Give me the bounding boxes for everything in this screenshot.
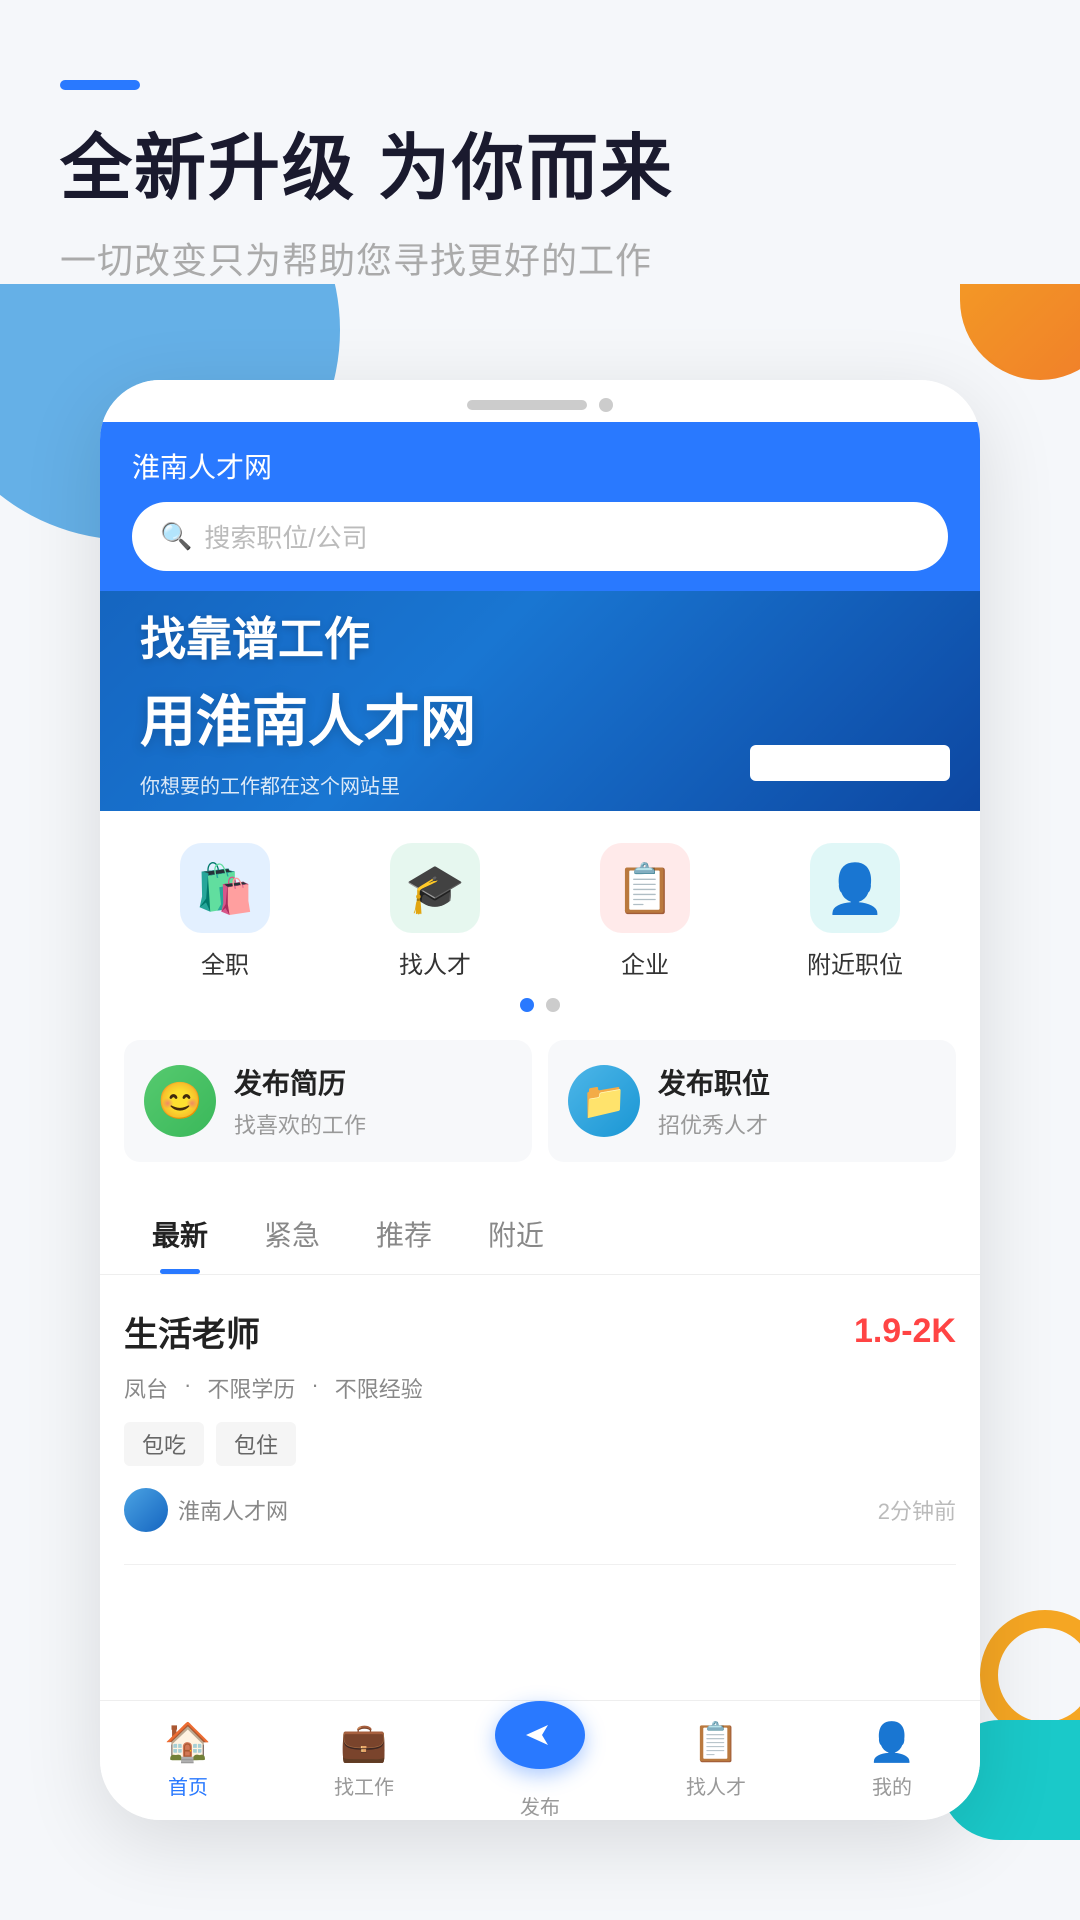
publish-icon bbox=[520, 1715, 560, 1755]
position-title: 发布职位 bbox=[658, 1062, 770, 1102]
resume-subtitle: 找喜欢的工作 bbox=[234, 1108, 366, 1140]
nav-find-job[interactable]: 💼 找工作 bbox=[276, 1701, 452, 1820]
resume-icon: 😊 bbox=[144, 1065, 216, 1137]
action-card-position[interactable]: 📁 发布职位 招优秀人才 bbox=[548, 1040, 956, 1162]
header-title: 全新升级 为你而来 bbox=[60, 126, 1020, 212]
banner: 找靠谱工作 用淮南人才网 你想要的工作都在这个网站里 bbox=[100, 591, 980, 811]
enterprise-label: 企业 bbox=[621, 945, 669, 980]
find-job-label: 找工作 bbox=[334, 1771, 394, 1800]
profile-icon: 👤 bbox=[868, 1721, 915, 1765]
tab-recommended[interactable]: 推荐 bbox=[348, 1194, 460, 1274]
header-dash bbox=[60, 80, 140, 90]
talent-icon: 🎓 bbox=[390, 843, 480, 933]
find-talent-icon: 📋 bbox=[692, 1721, 739, 1765]
job-tags-row: 凤台 · 不限学历 · 不限经验 bbox=[124, 1372, 956, 1404]
home-icon: 🏠 bbox=[164, 1721, 211, 1765]
search-placeholder-text: 搜索职位/公司 bbox=[204, 518, 367, 555]
tab-nearby[interactable]: 附近 bbox=[460, 1194, 572, 1274]
company-name: 淮南人才网 bbox=[178, 1494, 288, 1526]
home-label: 首页 bbox=[168, 1771, 208, 1800]
tab-latest[interactable]: 最新 bbox=[124, 1194, 236, 1274]
search-bar[interactable]: 🔍 搜索职位/公司 bbox=[132, 502, 948, 571]
bottom-nav: 🏠 首页 💼 找工作 发布 📋 找人才 👤 我的 bbox=[100, 1700, 980, 1820]
find-talent-label: 找人才 bbox=[686, 1771, 746, 1800]
tabs-row: 最新 紧急 推荐 附近 bbox=[124, 1194, 956, 1274]
position-subtitle: 招优秀人才 bbox=[658, 1108, 770, 1140]
job-tag-experience: 不限经验 bbox=[335, 1372, 423, 1404]
job-tag-education: 不限学历 bbox=[207, 1372, 295, 1404]
tab-urgent[interactable]: 紧急 bbox=[236, 1194, 348, 1274]
nearby-icon: 👤 bbox=[810, 843, 900, 933]
phone-notch bbox=[467, 400, 587, 410]
phone-notch-bar bbox=[100, 380, 980, 422]
job-title-row: 生活老师 1.9-2K bbox=[124, 1307, 956, 1356]
tabs-section: 最新 紧急 推荐 附近 bbox=[100, 1194, 980, 1275]
fulltime-icon: 🛍️ bbox=[180, 843, 270, 933]
phone-notch-dot bbox=[599, 398, 613, 412]
job-footer: 淮南人才网 2分钟前 bbox=[124, 1488, 956, 1532]
phone-mockup: 淮南人才网 🔍 搜索职位/公司 找靠谱工作 用淮南人才网 你想要的工作都在这个网… bbox=[100, 380, 980, 1820]
category-item-nearby[interactable]: 👤 附近职位 bbox=[785, 843, 925, 980]
profile-label: 我的 bbox=[872, 1771, 912, 1800]
nav-home[interactable]: 🏠 首页 bbox=[100, 1701, 276, 1820]
action-card-resume[interactable]: 😊 发布简历 找喜欢的工作 bbox=[124, 1040, 532, 1162]
company-logo bbox=[124, 1488, 168, 1532]
job-card[interactable]: 生活老师 1.9-2K 凤台 · 不限学历 · 不限经验 包吃 包住 淮南人才网… bbox=[124, 1275, 956, 1565]
job-benefits-row: 包吃 包住 bbox=[124, 1422, 956, 1466]
benefit-housing: 包住 bbox=[216, 1422, 296, 1466]
position-text: 发布职位 招优秀人才 bbox=[658, 1062, 770, 1140]
dot-inactive bbox=[546, 998, 560, 1012]
publish-button[interactable] bbox=[495, 1701, 585, 1769]
company-info: 淮南人才网 bbox=[124, 1488, 288, 1532]
fulltime-label: 全职 bbox=[201, 945, 249, 980]
benefit-meals: 包吃 bbox=[124, 1422, 204, 1466]
category-section: 🛍️ 全职 🎓 找人才 📋 企业 👤 附近职位 bbox=[100, 811, 980, 1024]
header-subtitle: 一切改变只为帮助您寻找更好的工作 bbox=[60, 232, 1020, 284]
dot-active bbox=[520, 998, 534, 1012]
banner-search-box bbox=[750, 745, 950, 781]
nav-profile[interactable]: 👤 我的 bbox=[804, 1701, 980, 1820]
resume-text: 发布简历 找喜欢的工作 bbox=[234, 1062, 366, 1140]
job-title: 生活老师 bbox=[124, 1307, 260, 1356]
post-time: 2分钟前 bbox=[878, 1494, 956, 1526]
action-cards: 😊 发布简历 找喜欢的工作 📁 发布职位 招优秀人才 bbox=[100, 1024, 980, 1178]
job-tag-location: 凤台 bbox=[124, 1372, 168, 1404]
position-icon: 📁 bbox=[568, 1065, 640, 1137]
find-job-icon: 💼 bbox=[340, 1721, 387, 1765]
nearby-label: 附近职位 bbox=[807, 945, 903, 980]
category-item-fulltime[interactable]: 🛍️ 全职 bbox=[155, 843, 295, 980]
search-icon: 🔍 bbox=[160, 521, 192, 552]
talent-label: 找人才 bbox=[399, 945, 471, 980]
category-row: 🛍️ 全职 🎓 找人才 📋 企业 👤 附近职位 bbox=[120, 843, 960, 980]
category-item-talent[interactable]: 🎓 找人才 bbox=[365, 843, 505, 980]
enterprise-icon: 📋 bbox=[600, 843, 690, 933]
banner-line1: 找靠谱工作 bbox=[140, 603, 940, 669]
nav-find-talent[interactable]: 📋 找人才 bbox=[628, 1701, 804, 1820]
dot-indicators bbox=[120, 980, 960, 1024]
publish-label: 发布 bbox=[520, 1791, 560, 1820]
nav-publish[interactable]: 发布 bbox=[452, 1701, 628, 1820]
app-header: 淮南人才网 🔍 搜索职位/公司 bbox=[100, 422, 980, 591]
resume-title: 发布简历 bbox=[234, 1062, 366, 1102]
job-salary: 1.9-2K bbox=[854, 1312, 956, 1351]
category-item-enterprise[interactable]: 📋 企业 bbox=[575, 843, 715, 980]
tag-separator1: · bbox=[184, 1372, 191, 1404]
header-area: 全新升级 为你而来 一切改变只为帮助您寻找更好的工作 bbox=[0, 0, 1080, 284]
tag-separator2: · bbox=[311, 1372, 318, 1404]
app-name: 淮南人才网 bbox=[132, 446, 948, 486]
